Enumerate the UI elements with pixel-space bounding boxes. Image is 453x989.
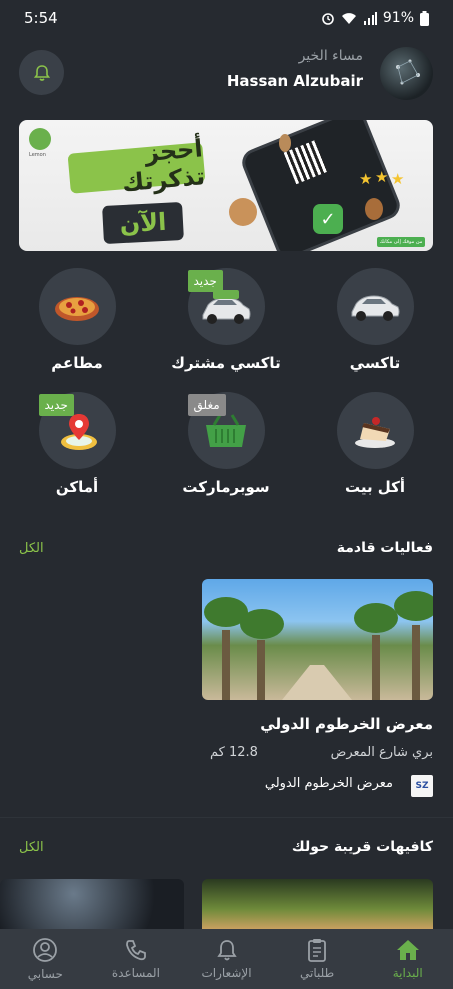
service-icon-circle (38, 268, 116, 345)
walkway-shape (282, 665, 352, 700)
palm-crown (240, 609, 284, 639)
battery-percent: 91% (382, 10, 414, 26)
cafes-see-all-link[interactable]: الكل (19, 840, 44, 855)
notifications-button[interactable] (19, 50, 64, 95)
nav-orders[interactable]: طلباتي (272, 929, 363, 989)
nav-label: طلباتي (300, 966, 335, 980)
user-circle-icon (33, 938, 58, 962)
clipboard-icon (308, 939, 327, 962)
status-bar: 5:54 91% (0, 0, 453, 36)
status-time: 5:54 (24, 9, 58, 27)
phone-icon (126, 940, 146, 961)
palm-crown (354, 603, 398, 633)
car-icon (351, 294, 400, 321)
nav-notifications[interactable]: الإشعارات (181, 929, 272, 989)
closed-badge: مغلق (187, 394, 226, 416)
palm-trunk (222, 630, 230, 700)
banner-subline: الآن (102, 201, 184, 245)
service-icon-circle: مغلق (187, 392, 265, 469)
section-divider (0, 817, 453, 818)
service-label: تاكسي (349, 354, 401, 372)
coin-icon (229, 198, 257, 226)
brand-logo-icon (29, 128, 51, 150)
check-icon: ✓ (313, 204, 343, 234)
user-name: Hassan Alzubair (226, 72, 363, 90)
star-icon: ★ (359, 170, 373, 188)
service-label: أكل بيت (344, 478, 406, 496)
service-label: مطاعم (51, 354, 103, 372)
cafe-card-image[interactable] (0, 879, 184, 929)
palm-trunk (372, 635, 380, 700)
banner-headline: أحجز تذكرتك (67, 134, 206, 197)
service-shared-taxi[interactable]: جديد تاكسي مشترك (166, 268, 286, 372)
palm-crown (394, 591, 433, 621)
organizer-logo: SZ (411, 775, 433, 797)
nav-account[interactable]: حسابي (0, 929, 91, 989)
nav-label: الإشعارات (201, 966, 252, 980)
avatar[interactable] (380, 47, 433, 100)
battery-icon (420, 10, 429, 26)
promo-banner[interactable]: Lemon أحجز تذكرتك الآن ★ ★ ★ ✓ من موقك إ… (19, 120, 433, 251)
service-icon-circle (336, 392, 414, 469)
event-organizer: معرض الخرطوم الدولي (264, 776, 393, 791)
coin-icon (365, 198, 383, 220)
nav-label: حسابي (27, 967, 63, 981)
service-icon-circle: جديد (187, 268, 265, 345)
event-image[interactable] (202, 579, 433, 700)
basket-icon (206, 413, 246, 447)
service-restaurants[interactable]: مطاعم (17, 268, 137, 372)
events-section-title: فعاليات قادمة (336, 540, 433, 556)
avatar-image (396, 59, 420, 85)
greeting-text: مساء الخير (298, 48, 363, 64)
new-badge: جديد (38, 394, 74, 416)
nav-label: البداية (392, 966, 423, 980)
cafe-card-image[interactable] (202, 879, 433, 929)
palm-trunk (412, 625, 420, 700)
service-taxi[interactable]: تاكسي (315, 268, 435, 372)
palm-trunk (257, 640, 265, 700)
service-icon-circle: جديد (38, 392, 116, 469)
nav-help[interactable]: المساعدة (91, 929, 182, 989)
nav-home[interactable]: البداية (362, 929, 453, 989)
cafes-section-title: كافيهات قريبة حولك (291, 839, 433, 855)
service-supermarket[interactable]: مغلق سوبرماركت (166, 392, 286, 496)
greeting-block: مساء الخير Hassan Alzubair (227, 48, 363, 90)
status-icons: 91% (321, 10, 429, 26)
shared-taxi-icon (202, 289, 251, 324)
service-icon-circle (336, 268, 414, 345)
nav-label: المساعدة (111, 966, 160, 980)
bottom-navigation: البداية طلباتي الإشعارات المساعدة حسابي (0, 929, 453, 989)
event-address: بري شارع المعرض (330, 745, 433, 760)
events-see-all-link[interactable]: الكل (19, 541, 44, 556)
pizza-icon (55, 296, 99, 321)
alarm-icon (322, 13, 334, 25)
service-label: أماكن (55, 478, 99, 496)
service-label: سوبرماركت (182, 478, 270, 496)
cake-icon (355, 416, 395, 448)
service-label: تاكسي مشترك (171, 354, 281, 372)
brand-name: Lemon (29, 152, 46, 158)
wifi-icon (341, 12, 356, 24)
bell-icon (33, 64, 50, 81)
bell-icon (216, 940, 237, 961)
home-icon (396, 940, 419, 960)
service-places[interactable]: جديد أماكن (17, 392, 137, 496)
service-home-food[interactable]: أكل بيت (315, 392, 435, 496)
signal-icon (363, 11, 377, 25)
banner-small-tag: من موقك إلى مكانك (377, 237, 425, 247)
new-badge: جديد (187, 270, 223, 292)
coin-icon (279, 134, 291, 152)
star-icon: ★ (375, 168, 389, 186)
event-title[interactable]: معرض الخرطوم الدولي (260, 715, 433, 733)
star-icon: ★ (391, 170, 405, 188)
event-distance: 12.8 كم (210, 745, 258, 760)
